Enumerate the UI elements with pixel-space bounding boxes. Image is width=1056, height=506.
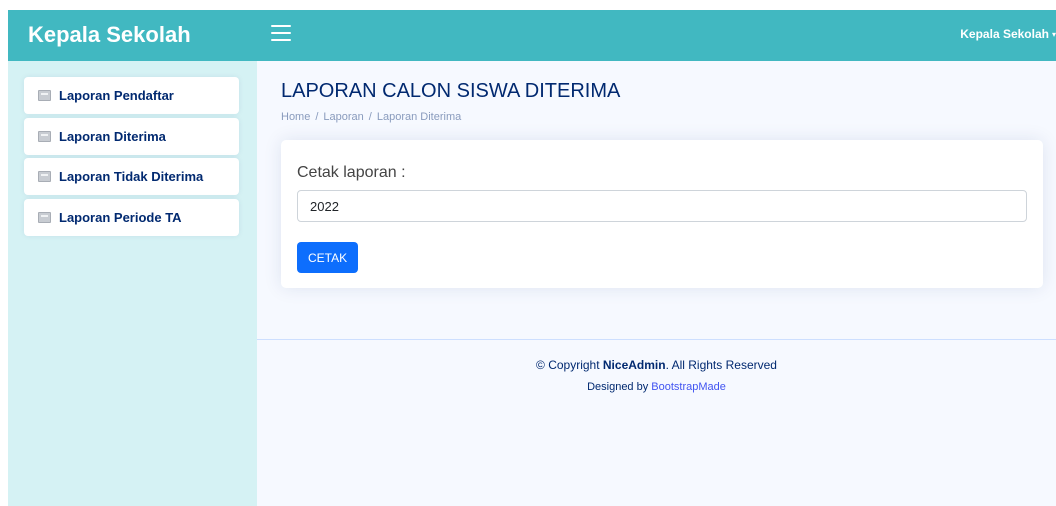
top-header: Kepala Sekolah Kepala Sekolah ▾ [8,10,1056,61]
copyright-text: © Copyright NiceAdmin. All Rights Reserv… [536,358,777,372]
breadcrumb: Home / Laporan / Laporan Diterima [281,111,462,123]
breadcrumb-laporan[interactable]: Laporan [323,111,363,123]
print-button[interactable]: CETAK [297,242,359,273]
user-name: Kepala Sekolah [960,27,1049,41]
document-icon [38,131,51,142]
brand-logo[interactable]: Kepala Sekolah [28,22,191,48]
sidebar-item-laporan-periode-ta[interactable]: Laporan Periode TA [24,199,239,236]
document-icon [38,90,51,101]
breadcrumb-current: Laporan Diterima [376,111,462,123]
designer-link[interactable]: BootstrapMade [651,381,726,393]
sidebar-item-label: Laporan Periode TA [59,210,182,225]
report-card: Cetak laporan : CETAK [281,140,1043,288]
user-menu-dropdown[interactable]: Kepala Sekolah ▾ [960,27,1056,41]
sidebar-item-label: Laporan Tidak Diterima [59,169,204,184]
copyright-brand: NiceAdmin [602,358,666,372]
page-title: LAPORAN CALON SISWA DITERIMA [281,80,621,102]
print-report-label: Cetak laporan : [297,164,406,181]
sidebar-item-laporan-tidak-diterima[interactable]: Laporan Tidak Diterima [24,158,239,195]
sidebar-item-label: Laporan Diterima [59,129,166,144]
hamburger-menu-icon[interactable] [271,25,291,45]
sidebar: Laporan Pendaftar Laporan Diterima Lapor… [8,61,257,506]
document-icon [38,212,51,223]
credits-text: Designed by BootstrapMade [587,381,726,393]
breadcrumb-home[interactable]: Home [281,111,310,123]
document-icon [38,171,51,182]
sidebar-item-label: Laporan Pendaftar [59,88,174,103]
footer: © Copyright NiceAdmin. All Rights Reserv… [257,339,1056,506]
sidebar-item-laporan-pendaftar[interactable]: Laporan Pendaftar [24,77,239,114]
app-frame: Kepala Sekolah Kepala Sekolah ▾ Laporan P… [8,10,1056,506]
chevron-down-icon: ▾ [1051,30,1056,39]
year-input[interactable] [297,190,1027,222]
sidebar-item-laporan-diterima[interactable]: Laporan Diterima [24,118,239,155]
